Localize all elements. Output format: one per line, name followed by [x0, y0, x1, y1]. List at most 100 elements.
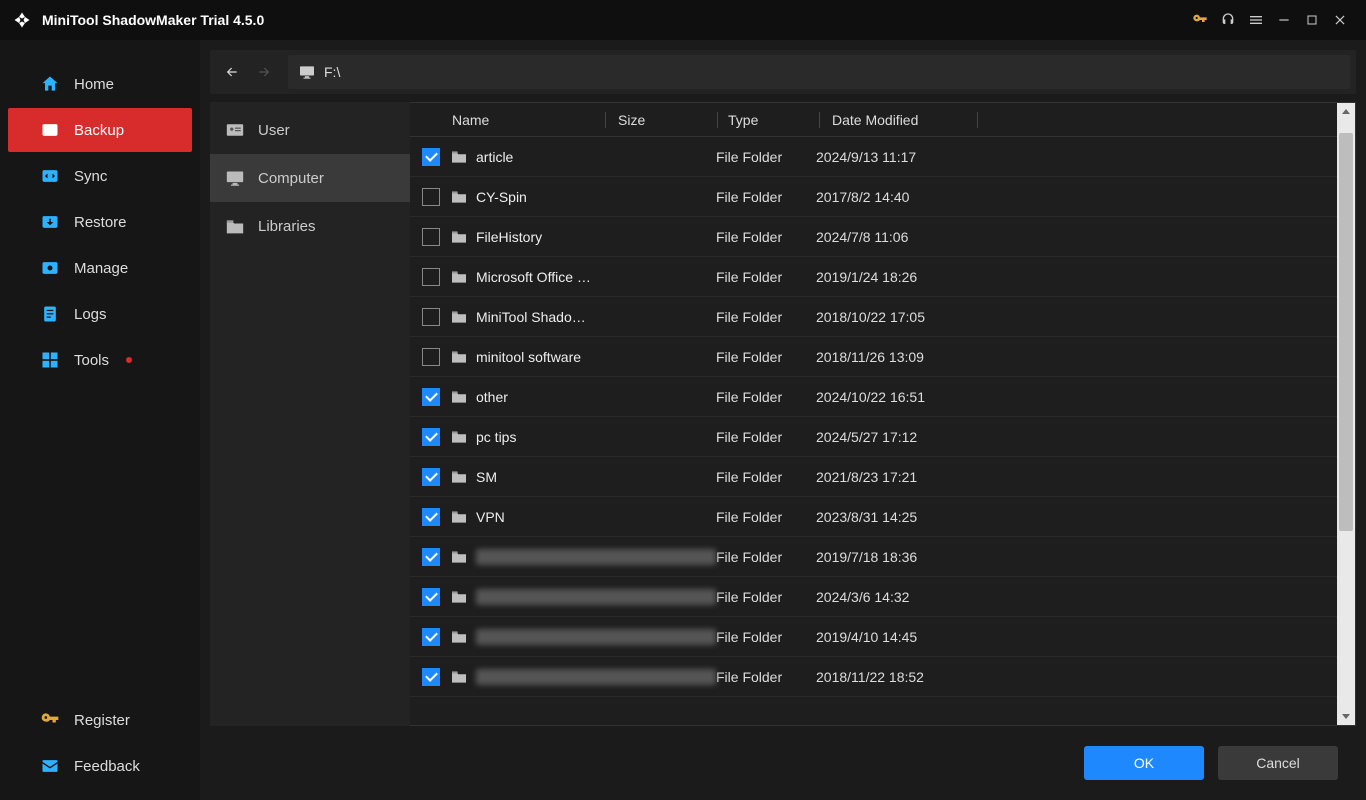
file-type: File Folder	[716, 309, 816, 325]
file-name: MiniTool Shado…	[476, 309, 716, 325]
tree-computer[interactable]: Computer	[210, 154, 410, 202]
col-date[interactable]: Date Modified	[820, 112, 978, 128]
nav-label: Feedback	[74, 758, 140, 775]
row-checkbox[interactable]	[422, 588, 440, 606]
sidebar: Home Backup SyncRestoreManageLogsTools Reg…	[0, 40, 200, 800]
row-checkbox[interactable]	[422, 468, 440, 486]
maximize-button[interactable]	[1298, 6, 1326, 34]
folder-icon	[450, 470, 468, 484]
tree-user[interactable]: User	[210, 106, 410, 154]
file-name: ██████	[476, 549, 716, 565]
folder-icon	[450, 190, 468, 204]
file-type: File Folder	[716, 349, 816, 365]
file-pane: Name Size Type Date Modified articleFile…	[410, 102, 1356, 726]
file-row[interactable]: ██████File Folder2018/11/22 18:52	[410, 657, 1337, 697]
nav-logs[interactable]: Logs	[8, 292, 192, 336]
file-row[interactable]: ██████File Folder2019/7/18 18:36	[410, 537, 1337, 577]
file-date: 2017/8/2 14:40	[816, 189, 996, 205]
file-row[interactable]: MiniTool Shado…File Folder2018/10/22 17:…	[410, 297, 1337, 337]
row-checkbox[interactable]	[422, 668, 440, 686]
row-checkbox[interactable]	[422, 348, 440, 366]
file-date: 2024/9/13 11:17	[816, 149, 996, 165]
path-box[interactable]	[288, 55, 1350, 89]
cancel-button[interactable]: Cancel	[1218, 746, 1338, 780]
nav-register[interactable]: Register	[8, 698, 192, 742]
nav-restore[interactable]: Restore	[8, 200, 192, 244]
row-checkbox[interactable]	[422, 548, 440, 566]
row-checkbox[interactable]	[422, 268, 440, 286]
folder-icon	[450, 430, 468, 444]
tree-label: User	[258, 122, 290, 139]
file-name: minitool software	[476, 349, 716, 365]
file-row[interactable]: CY-SpinFile Folder2017/8/2 14:40	[410, 177, 1337, 217]
key-icon[interactable]	[1186, 6, 1214, 34]
nav-label: Register	[74, 712, 130, 729]
folder-icon	[450, 350, 468, 364]
folder-icon	[450, 270, 468, 284]
col-type[interactable]: Type	[718, 112, 820, 128]
tree-libraries[interactable]: Libraries	[210, 202, 410, 250]
file-row[interactable]: Microsoft Office …File Folder2019/1/24 1…	[410, 257, 1337, 297]
path-input[interactable]	[324, 64, 1340, 80]
folder-icon	[450, 230, 468, 244]
row-checkbox[interactable]	[422, 308, 440, 326]
minimize-button[interactable]	[1270, 6, 1298, 34]
menu-icon[interactable]	[1242, 6, 1270, 34]
col-name[interactable]: Name	[452, 112, 606, 128]
nav-home[interactable]: Home	[8, 62, 192, 106]
scroll-down-icon[interactable]	[1337, 707, 1355, 725]
app-logo-icon	[12, 10, 32, 30]
file-name: ██████	[476, 589, 716, 605]
dialog-footer: OK Cancel	[210, 726, 1356, 800]
folder-icon	[450, 150, 468, 164]
nav-sync[interactable]: Sync	[8, 154, 192, 198]
folder-icon	[450, 310, 468, 324]
file-name: SM	[476, 469, 716, 485]
vertical-scrollbar[interactable]	[1337, 103, 1355, 725]
file-date: 2024/10/22 16:51	[816, 389, 996, 405]
close-button[interactable]	[1326, 6, 1354, 34]
row-checkbox[interactable]	[422, 628, 440, 646]
file-type: File Folder	[716, 549, 816, 565]
file-row[interactable]: otherFile Folder2024/10/22 16:51	[410, 377, 1337, 417]
row-checkbox[interactable]	[422, 428, 440, 446]
nav-tools[interactable]: Tools	[8, 338, 192, 382]
file-row[interactable]: SMFile Folder2021/8/23 17:21	[410, 457, 1337, 497]
row-checkbox[interactable]	[422, 388, 440, 406]
nav-feedback[interactable]: Feedback	[8, 744, 192, 788]
col-size[interactable]: Size	[606, 112, 718, 128]
content-pane: User ComputerLibraries Name Size Type Dat…	[200, 40, 1366, 800]
scroll-track[interactable]	[1337, 121, 1355, 707]
row-checkbox[interactable]	[422, 148, 440, 166]
support-icon[interactable]	[1214, 6, 1242, 34]
file-row[interactable]: VPNFile Folder2023/8/31 14:25	[410, 497, 1337, 537]
scroll-up-icon[interactable]	[1337, 103, 1355, 121]
folder-icon	[450, 670, 468, 684]
user-icon	[224, 121, 246, 139]
file-row[interactable]: articleFile Folder2024/9/13 11:17	[410, 137, 1337, 177]
row-checkbox[interactable]	[422, 188, 440, 206]
nav-manage[interactable]: Manage	[8, 246, 192, 290]
row-checkbox[interactable]	[422, 508, 440, 526]
nav-backup[interactable]: Backup	[8, 108, 192, 152]
file-type: File Folder	[716, 229, 816, 245]
logs-icon	[40, 304, 60, 324]
key-icon	[40, 710, 60, 730]
file-date: 2023/8/31 14:25	[816, 509, 996, 525]
file-row[interactable]: minitool softwareFile Folder2018/11/26 1…	[410, 337, 1337, 377]
scroll-thumb[interactable]	[1339, 133, 1353, 531]
file-row[interactable]: ██████File Folder2024/3/6 14:32	[410, 577, 1337, 617]
row-checkbox[interactable]	[422, 228, 440, 246]
file-row[interactable]: FileHistoryFile Folder2024/7/8 11:06	[410, 217, 1337, 257]
nav-label: Backup	[74, 122, 124, 139]
file-row[interactable]: pc tipsFile Folder2024/5/27 17:12	[410, 417, 1337, 457]
file-name: VPN	[476, 509, 716, 525]
ok-button[interactable]: OK	[1084, 746, 1204, 780]
column-headers: Name Size Type Date Modified	[410, 103, 1337, 137]
nav-back-button[interactable]	[216, 56, 248, 88]
file-row[interactable]: ██████File Folder2019/4/10 14:45	[410, 617, 1337, 657]
nav-forward-button[interactable]	[248, 56, 280, 88]
sync-icon	[40, 166, 60, 186]
file-rows: articleFile Folder2024/9/13 11:17CY-Spin…	[410, 137, 1337, 725]
titlebar: MiniTool ShadowMaker Trial 4.5.0	[0, 0, 1366, 40]
